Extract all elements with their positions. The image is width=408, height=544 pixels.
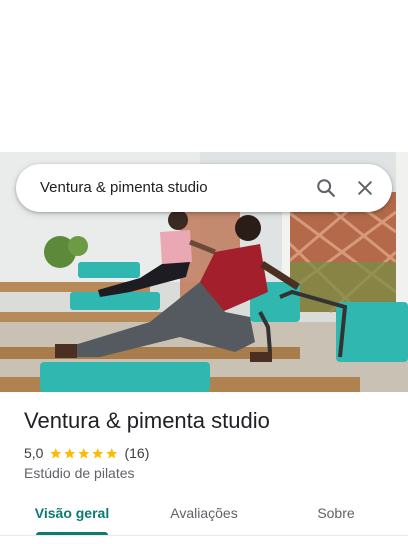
tab-about[interactable]: Sobre <box>300 494 372 534</box>
tabs-divider <box>0 535 408 536</box>
star-icon <box>78 447 90 458</box>
star-icon <box>50 447 62 458</box>
place-page: Ventura & pimenta studio Ventura & pimen… <box>0 0 408 544</box>
rating-value: 5,0 <box>24 445 44 461</box>
review-count[interactable]: (16) <box>124 445 149 461</box>
search-icon[interactable] <box>314 176 338 200</box>
place-title: Ventura & pimenta studio <box>24 408 270 433</box>
star-icon <box>64 447 76 458</box>
star-icon <box>92 447 104 458</box>
place-category: Estúdio de pilates <box>24 465 135 481</box>
star-rating <box>49 447 119 460</box>
search-bar[interactable]: Ventura & pimenta studio <box>16 164 392 212</box>
tab-bar: Visão geral Avaliações Sobre <box>0 494 408 538</box>
rating-row[interactable]: 5,0 (16) <box>24 444 149 462</box>
close-icon[interactable] <box>353 176 377 200</box>
star-icon <box>106 447 118 458</box>
tab-reviews[interactable]: Avaliações <box>156 494 252 534</box>
tab-overview[interactable]: Visão geral <box>28 494 116 534</box>
search-input[interactable]: Ventura & pimenta studio <box>40 164 208 212</box>
